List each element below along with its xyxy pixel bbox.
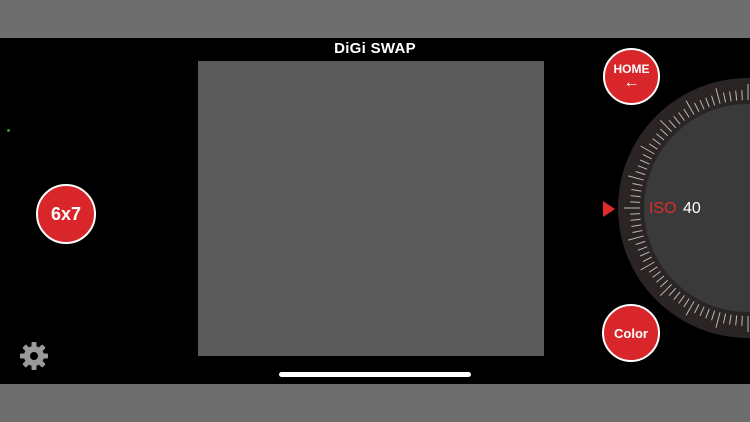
color-button-label: Color [614,325,648,341]
top-letterbox [0,0,750,38]
iso-value: 40 [683,200,701,217]
triangle-right-icon [603,201,615,217]
gear-icon[interactable] [19,341,49,371]
home-indicator[interactable] [279,372,471,377]
format-button-label: 6x7 [50,203,82,224]
format-button[interactable]: 6x7 [36,184,96,244]
viewfinder[interactable] [198,61,544,356]
dial-tick [741,315,743,326]
camera-screen: DiGi SWAP 6x7 ISO 40 HOME ← Color [0,38,750,384]
dial-tick [630,201,641,203]
dial-tick [741,90,743,101]
bottom-letterbox [0,384,750,422]
status-dot [7,129,10,132]
dial-tick [630,213,641,215]
color-button[interactable]: Color [602,304,660,362]
iso-label: ISO [649,200,677,217]
arrow-left-icon: ← [623,74,640,91]
home-button[interactable]: HOME ← [603,48,660,105]
